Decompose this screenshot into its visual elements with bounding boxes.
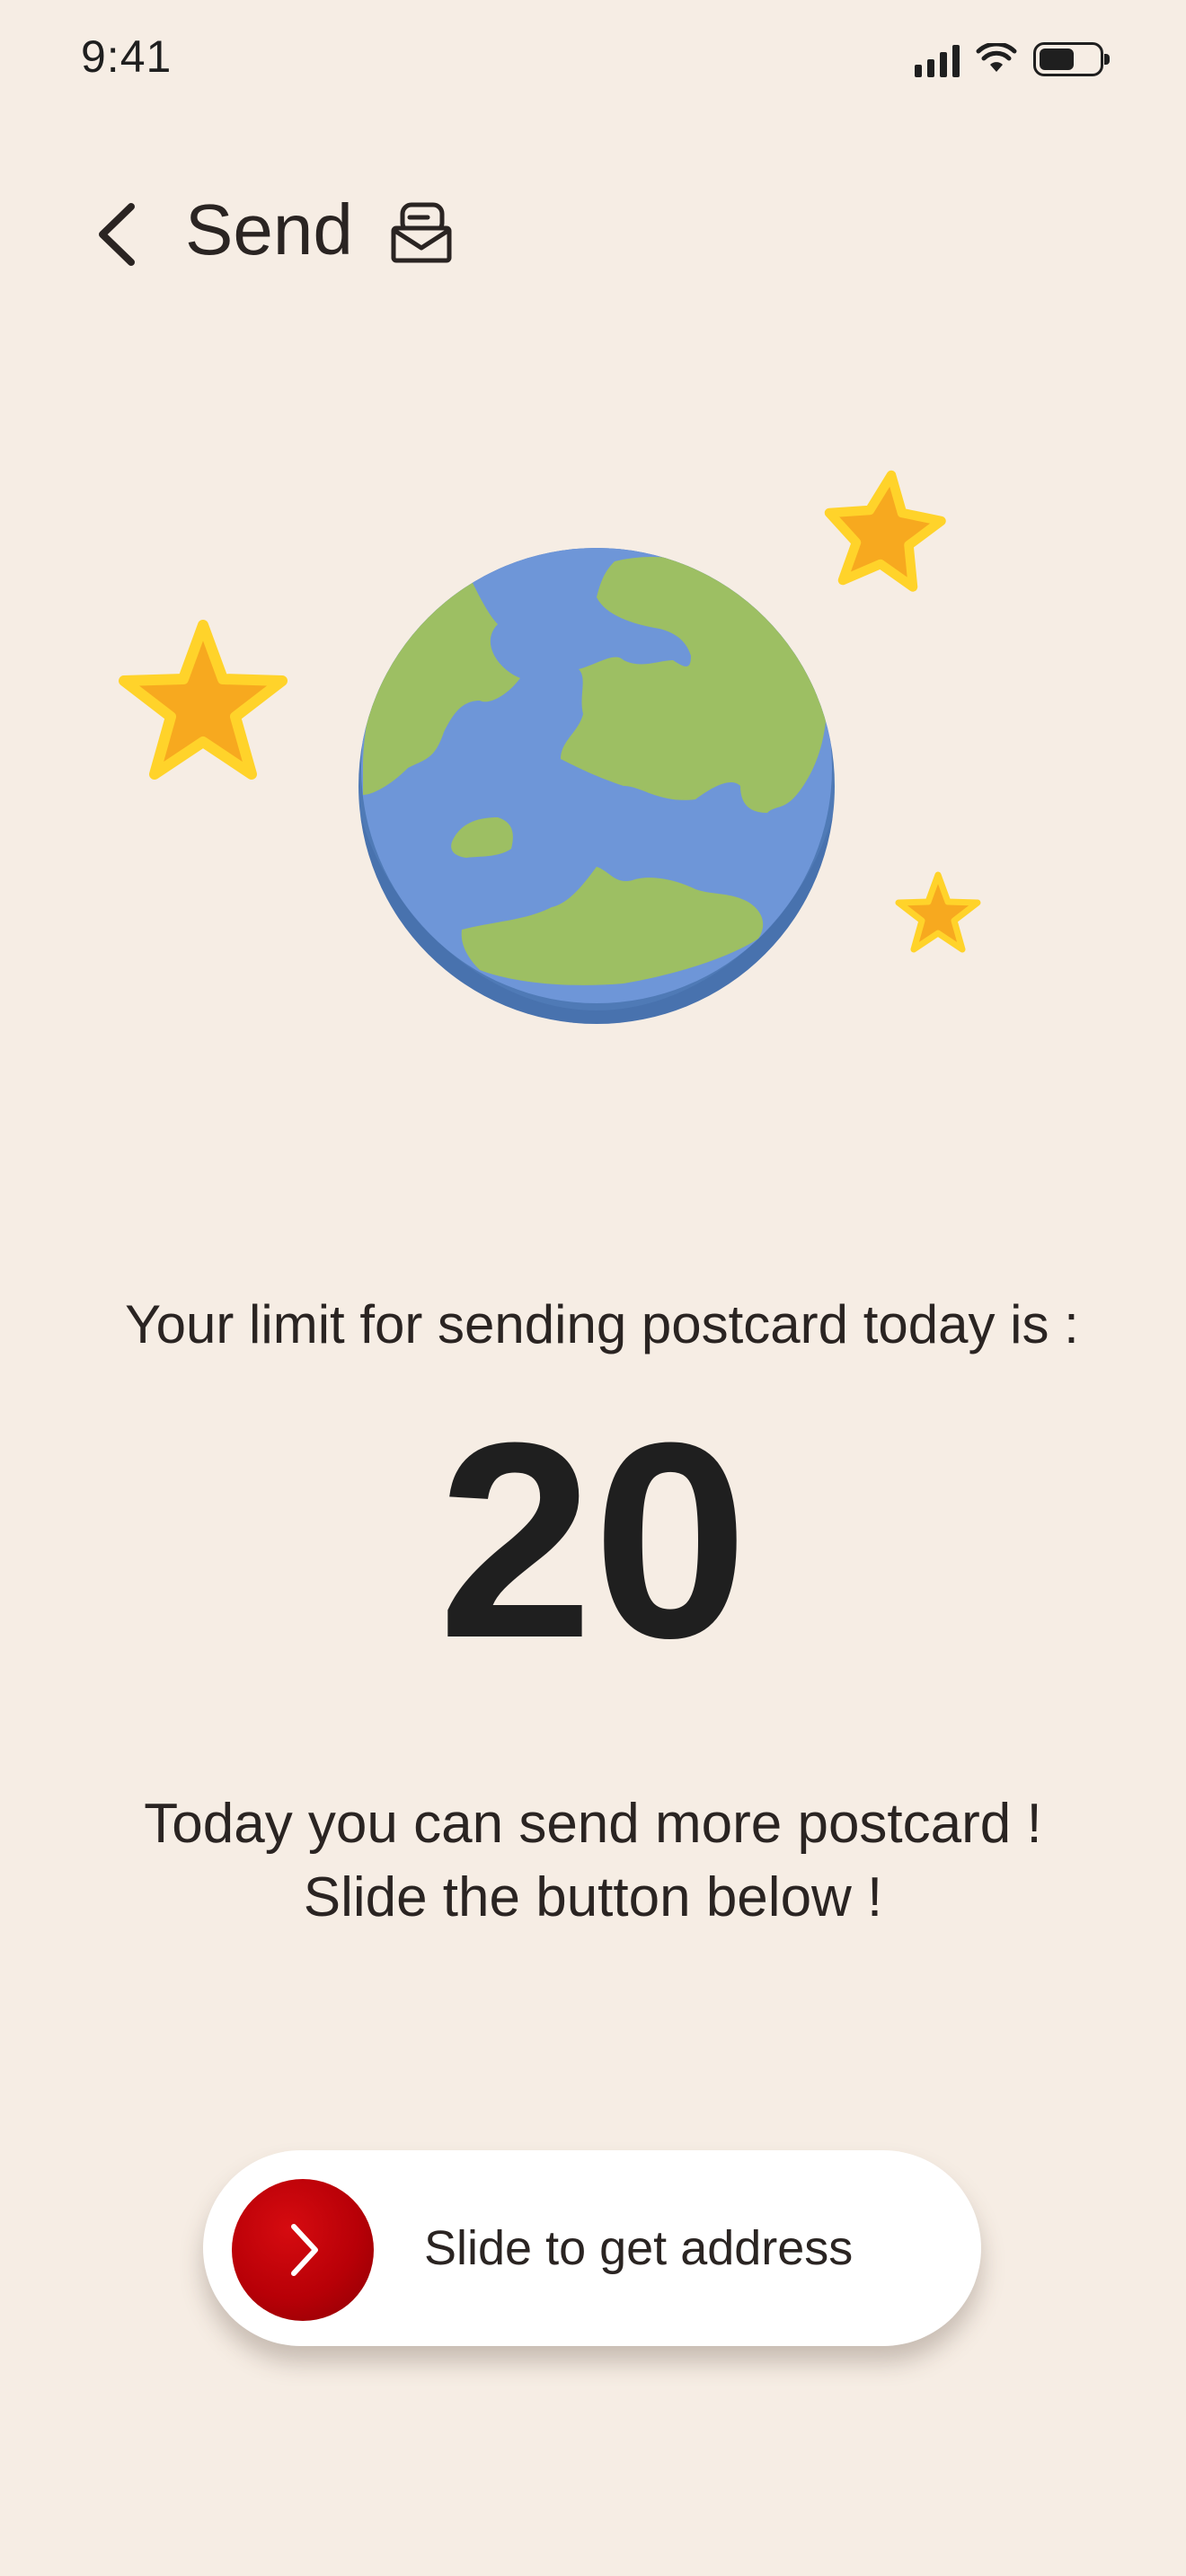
slide-to-get-address-slider[interactable]: Slide to get address bbox=[203, 2150, 981, 2346]
star-icon bbox=[119, 620, 288, 780]
message-line-1: Today you can send more postcard ! bbox=[144, 1793, 1042, 1855]
signal-icon bbox=[915, 41, 960, 77]
page-title: Send bbox=[185, 190, 353, 269]
status-icons bbox=[915, 41, 1110, 77]
slider-label: Slide to get address bbox=[424, 2221, 854, 2275]
message-line-2: Slide the button below ! bbox=[303, 1866, 883, 1928]
battery-icon bbox=[1033, 42, 1110, 76]
star-icon bbox=[824, 470, 946, 592]
star-icon bbox=[895, 871, 981, 953]
earth-illustration bbox=[358, 548, 835, 1024]
back-button[interactable] bbox=[86, 194, 149, 275]
wifi-icon bbox=[976, 43, 1017, 72]
chevron-left-icon bbox=[99, 203, 135, 266]
limit-label: Your limit for sending postcard today is… bbox=[125, 1294, 1079, 1354]
battery-level bbox=[1040, 49, 1074, 70]
info-message: Today you can send more postcard ! Slide… bbox=[0, 1787, 1186, 1935]
slider-knob[interactable] bbox=[232, 2179, 374, 2321]
status-time: 9:41 bbox=[81, 31, 173, 82]
mailbox-icon bbox=[391, 202, 452, 263]
chevron-right-icon bbox=[291, 2224, 318, 2276]
limit-value: 20 bbox=[438, 1384, 748, 1696]
